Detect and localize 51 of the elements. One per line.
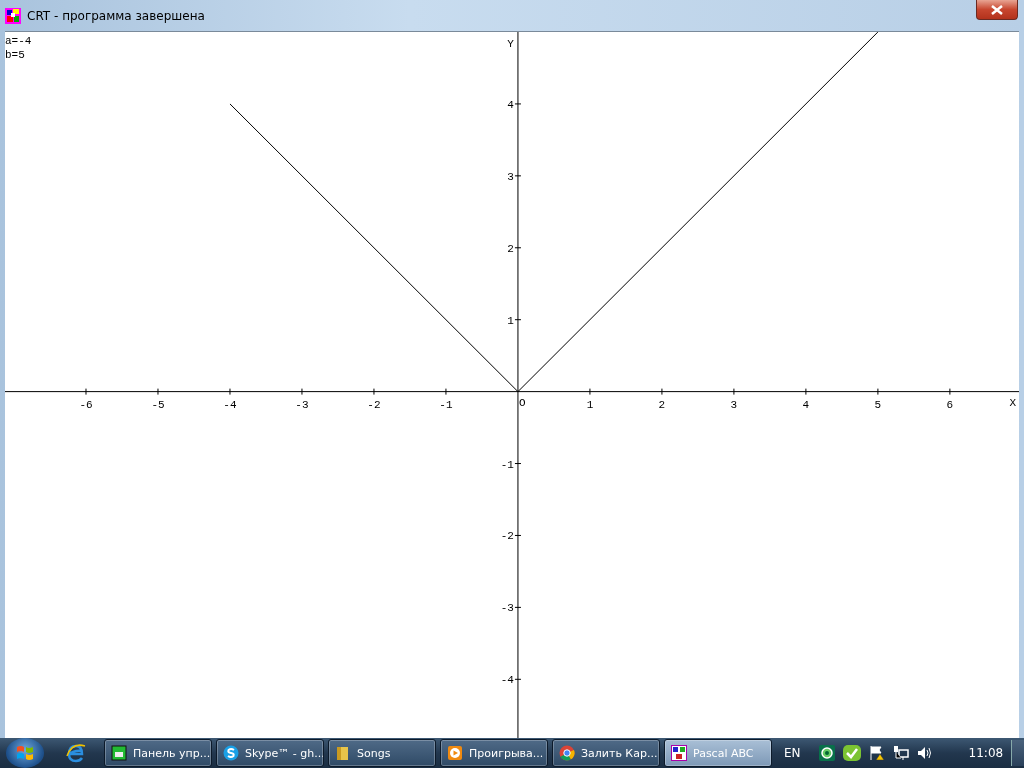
- output-line: b=5: [5, 48, 25, 62]
- taskbar-button[interactable]: Songs: [328, 739, 436, 767]
- close-icon: [991, 4, 1003, 15]
- abc-blocks-icon: [671, 745, 687, 761]
- browser-e-icon[interactable]: [66, 742, 86, 764]
- windows-logo-icon: [15, 743, 35, 763]
- y-axis-label: Y: [507, 38, 514, 50]
- clock[interactable]: 11:08: [968, 746, 1004, 760]
- y-tick-label: -2: [500, 530, 514, 543]
- window-title: CRT - программа завершена: [27, 8, 205, 23]
- close-button[interactable]: [976, 0, 1018, 20]
- show-desktop-button[interactable]: [1011, 740, 1024, 766]
- folder-icon: [335, 745, 351, 761]
- y-tick-label: 2: [507, 242, 514, 255]
- x-tick-label: 1: [586, 398, 594, 411]
- x-tick-label: 4: [802, 398, 810, 411]
- start-button[interactable]: [6, 738, 44, 768]
- x-tick-label: -4: [223, 398, 237, 411]
- checkmark-icon[interactable]: [842, 745, 861, 761]
- x-axis-label: X: [1009, 396, 1016, 409]
- ring-icon[interactable]: [818, 745, 835, 761]
- speaker-icon[interactable]: [916, 745, 933, 761]
- language-indicator[interactable]: EN: [784, 746, 801, 760]
- y-tick-label: -4: [500, 674, 514, 687]
- skype-s-icon: [223, 745, 239, 761]
- network-icon[interactable]: [892, 745, 909, 761]
- x-tick-label: 5: [874, 398, 882, 411]
- x-tick-label: -3: [295, 398, 309, 411]
- x-tick-label: -1: [439, 398, 453, 411]
- app-icon: [5, 7, 21, 24]
- x-tick-label: -2: [367, 398, 381, 411]
- origin-label: O: [518, 396, 526, 409]
- taskbar-button[interactable]: Проигрыва...: [440, 739, 548, 767]
- x-tick-label: -5: [151, 398, 165, 411]
- y-tick-label: 3: [507, 170, 514, 183]
- taskbar-button[interactable]: Панель упр...: [104, 739, 212, 767]
- x-tick-label: -6: [79, 398, 93, 411]
- y-tick-label: 1: [507, 314, 514, 327]
- x-tick-label: 3: [730, 398, 738, 411]
- panel-icon: [111, 745, 127, 761]
- chrome-icon: [559, 745, 575, 761]
- taskbar-button[interactable]: Залить Кар...: [552, 739, 660, 767]
- y-tick-label: -3: [500, 602, 514, 615]
- taskbar-button[interactable]: Skype™ - gh...: [216, 739, 324, 767]
- y-tick-label: 4: [507, 98, 514, 111]
- x-tick-label: 2: [658, 398, 666, 411]
- flag-warning-icon[interactable]: [868, 745, 885, 761]
- play-icon: [447, 745, 463, 761]
- output-line: a=-4: [5, 34, 32, 48]
- x-tick-label: 6: [946, 398, 954, 411]
- y-tick-label: -1: [500, 458, 514, 471]
